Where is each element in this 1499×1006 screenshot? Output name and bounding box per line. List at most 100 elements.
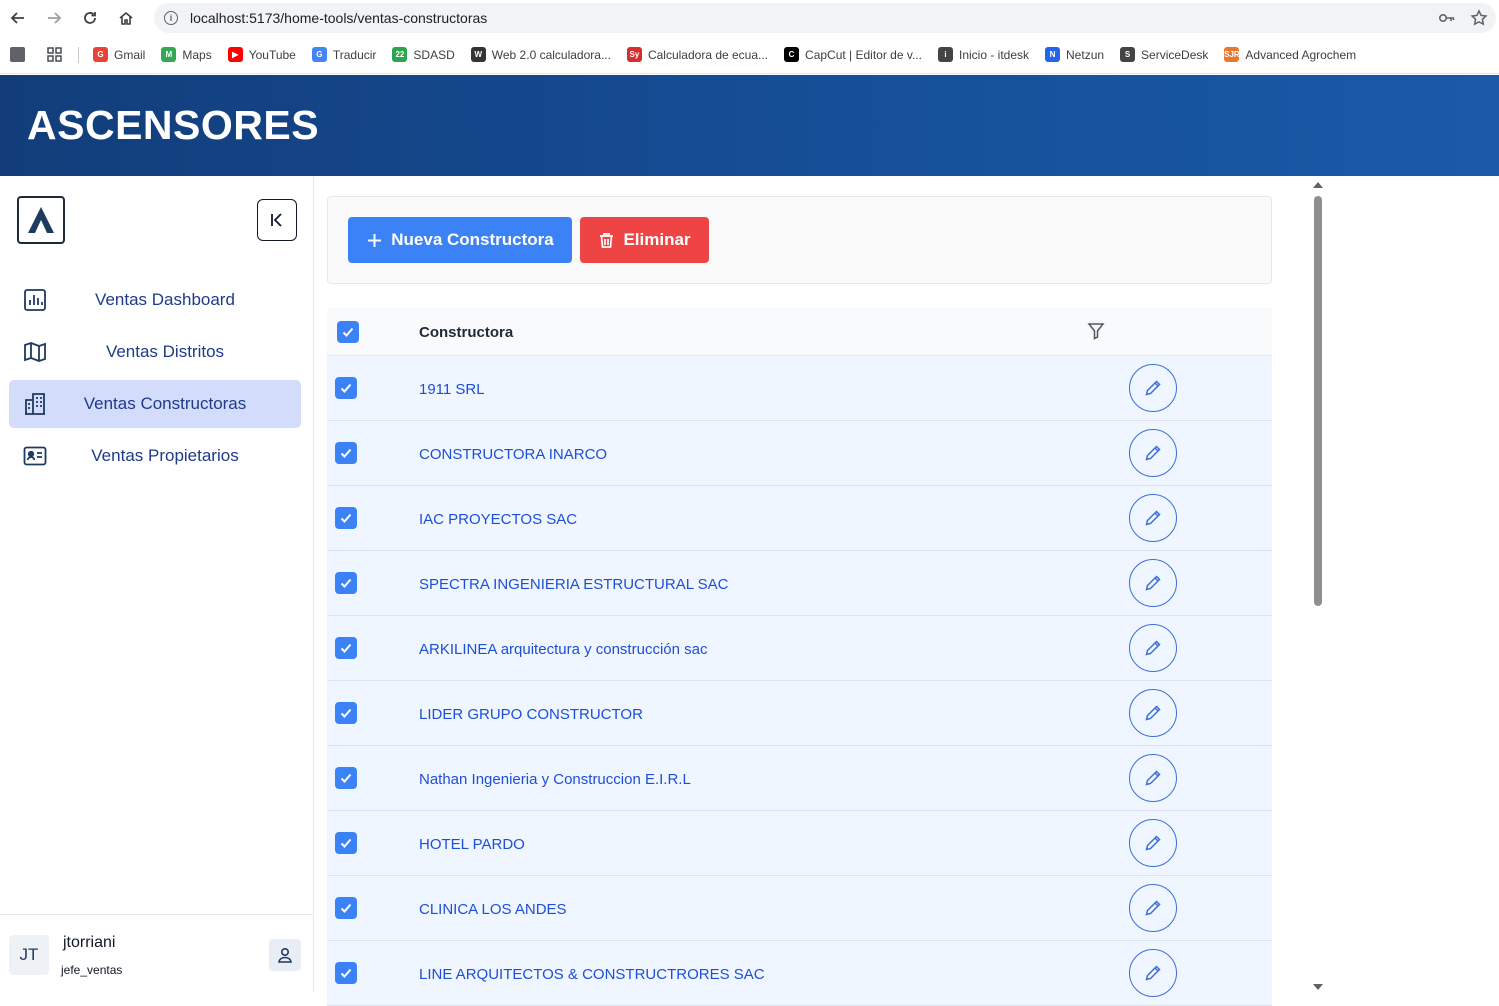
bookmark-favicon-icon: M xyxy=(161,47,177,62)
delete-button[interactable]: Eliminar xyxy=(580,217,709,263)
apps-icon[interactable] xyxy=(10,47,31,62)
table-row[interactable]: LIDER GRUPO CONSTRUCTOR xyxy=(327,681,1272,746)
row-checkbox[interactable] xyxy=(335,442,357,464)
row-checkbox[interactable] xyxy=(335,572,357,594)
table-row[interactable]: HOTEL PARDO xyxy=(327,811,1272,876)
bookmark-item[interactable]: 22 SDASD xyxy=(392,47,455,62)
table-header: Constructora xyxy=(327,308,1272,356)
bookmark-favicon-icon: G xyxy=(93,47,108,62)
bookmark-label: Inicio - itdesk xyxy=(958,47,1030,62)
table-row[interactable]: SPECTRA INGENIERIA ESTRUCTURAL SAC xyxy=(327,551,1272,616)
select-all-checkbox[interactable] xyxy=(337,321,359,343)
back-icon[interactable] xyxy=(0,0,36,36)
bookmark-item[interactable]: W Web 2.0 calculadora... xyxy=(470,47,611,62)
column-header-constructora[interactable]: Constructora xyxy=(419,324,513,341)
pencil-icon xyxy=(1145,900,1161,916)
sidebar-item-label: Ventas Distritos xyxy=(105,342,225,361)
row-checkbox[interactable] xyxy=(335,767,357,789)
sidebar-item-label: Ventas Propietarios xyxy=(91,446,239,465)
constructora-name: HOTEL PARDO xyxy=(419,836,525,853)
pencil-icon xyxy=(1145,510,1161,526)
row-checkbox[interactable] xyxy=(335,962,357,984)
constructora-name: SPECTRA INGENIERIA ESTRUCTURAL SAC xyxy=(419,576,729,593)
home-icon[interactable] xyxy=(108,0,144,36)
table-row[interactable]: CONSTRUCTORA INARCO xyxy=(327,421,1272,486)
app-header: ASCENSORES xyxy=(0,75,1499,176)
sidebar-item-ventas-constructoras[interactable]: Ventas Constructoras xyxy=(9,380,301,428)
table-row[interactable]: LINE ARQUITECTOS & CONSTRUCTRORES SAC xyxy=(327,941,1272,1006)
edit-button[interactable] xyxy=(1129,754,1177,802)
new-constructora-button[interactable]: Nueva Constructora xyxy=(348,217,572,263)
building-icon xyxy=(25,393,45,415)
check-icon xyxy=(340,968,352,978)
plus-icon xyxy=(368,233,382,247)
row-checkbox[interactable] xyxy=(335,897,357,919)
reload-icon[interactable] xyxy=(72,0,108,36)
site-info-icon[interactable]: i xyxy=(164,11,178,25)
edit-button[interactable] xyxy=(1129,624,1177,672)
bookmark-item[interactable]: ▶ YouTube xyxy=(227,47,296,62)
scroll-up-arrow[interactable] xyxy=(1313,182,1323,188)
constructora-name: CLINICA LOS ANDES xyxy=(419,901,567,918)
scroll-thumb[interactable] xyxy=(1314,196,1322,606)
bookmark-item[interactable]: S ServiceDesk xyxy=(1120,47,1208,62)
filter-icon[interactable] xyxy=(1087,322,1105,340)
edit-button[interactable] xyxy=(1129,429,1177,477)
bookmark-item[interactable]: G Traducir xyxy=(311,47,376,62)
check-icon xyxy=(340,903,352,913)
sidebar-item-label: Ventas Constructoras xyxy=(83,394,247,413)
constructoras-table: Constructora 1911 SRL CONSTRUCTORA INARCO… xyxy=(327,308,1272,1006)
user-icon xyxy=(278,947,292,963)
edit-button[interactable] xyxy=(1129,819,1177,867)
edit-button[interactable] xyxy=(1129,949,1177,997)
bookmark-item[interactable]: Sy Calculadora de ecua... xyxy=(626,47,768,62)
constructora-name: ARKILINEA arquitectura y construcción sa… xyxy=(419,641,708,658)
actions-toolbar: Nueva Constructora Eliminar xyxy=(327,196,1272,284)
constructora-name: CONSTRUCTORA INARCO xyxy=(419,446,608,463)
profile-button[interactable] xyxy=(269,939,301,971)
scrollbar[interactable] xyxy=(1310,180,1326,992)
sidebar-item-ventas-propietarios[interactable]: Ventas Propietarios xyxy=(9,432,301,480)
check-icon xyxy=(340,383,352,393)
table-row[interactable]: ARKILINEA arquitectura y construcción sa… xyxy=(327,616,1272,681)
app-logo[interactable] xyxy=(17,196,65,244)
bookmark-favicon-icon: W xyxy=(470,47,486,62)
grid-apps-icon[interactable] xyxy=(47,47,62,62)
sidebar-item-ventas-dashboard[interactable]: Ventas Dashboard xyxy=(9,276,301,324)
collapse-sidebar-button[interactable] xyxy=(257,199,297,241)
row-checkbox[interactable] xyxy=(335,702,357,724)
user-panel: JT jtorriani jefe_ventas xyxy=(0,914,314,992)
table-row[interactable]: 1911 SRL xyxy=(327,356,1272,421)
edit-button[interactable] xyxy=(1129,494,1177,542)
pencil-icon xyxy=(1145,445,1161,461)
forward-icon[interactable] xyxy=(36,0,72,36)
bookmark-item[interactable]: G Gmail xyxy=(93,47,145,62)
check-icon xyxy=(340,708,352,718)
bookmark-star-icon[interactable] xyxy=(1470,9,1488,27)
bar-chart-icon xyxy=(24,289,46,311)
collapse-left-icon xyxy=(271,213,282,227)
edit-button[interactable] xyxy=(1129,559,1177,607)
bookmark-item[interactable]: N Netzun xyxy=(1045,47,1104,62)
row-checkbox[interactable] xyxy=(335,832,357,854)
row-checkbox[interactable] xyxy=(335,377,357,399)
bookmark-label: Web 2.0 calculadora... xyxy=(491,47,611,62)
sidebar-item-ventas-distritos[interactable]: Ventas Distritos xyxy=(9,328,301,376)
edit-button[interactable] xyxy=(1129,884,1177,932)
bookmark-item[interactable]: SJR Advanced Agrochem xyxy=(1224,47,1356,62)
bookmark-item[interactable]: i Inicio - itdesk xyxy=(937,47,1030,62)
scroll-down-arrow[interactable] xyxy=(1313,984,1323,990)
edit-button[interactable] xyxy=(1129,364,1177,412)
row-checkbox[interactable] xyxy=(335,507,357,529)
table-row[interactable]: Nathan Ingenieria y Construccion E.I.R.L xyxy=(327,746,1272,811)
table-row[interactable]: CLINICA LOS ANDES xyxy=(327,876,1272,941)
table-row[interactable]: IAC PROYECTOS SAC xyxy=(327,486,1272,551)
bookmark-item[interactable]: M Maps xyxy=(161,47,212,62)
browser-toolbar: i localhost:5173/home-tools/ventas-const… xyxy=(0,0,1499,36)
bookmark-item[interactable]: C CapCut | Editor de v... xyxy=(784,47,922,62)
check-icon xyxy=(340,773,352,783)
address-bar[interactable]: i localhost:5173/home-tools/ventas-const… xyxy=(154,3,1496,33)
password-key-icon[interactable] xyxy=(1438,9,1456,27)
edit-button[interactable] xyxy=(1129,689,1177,737)
row-checkbox[interactable] xyxy=(335,637,357,659)
